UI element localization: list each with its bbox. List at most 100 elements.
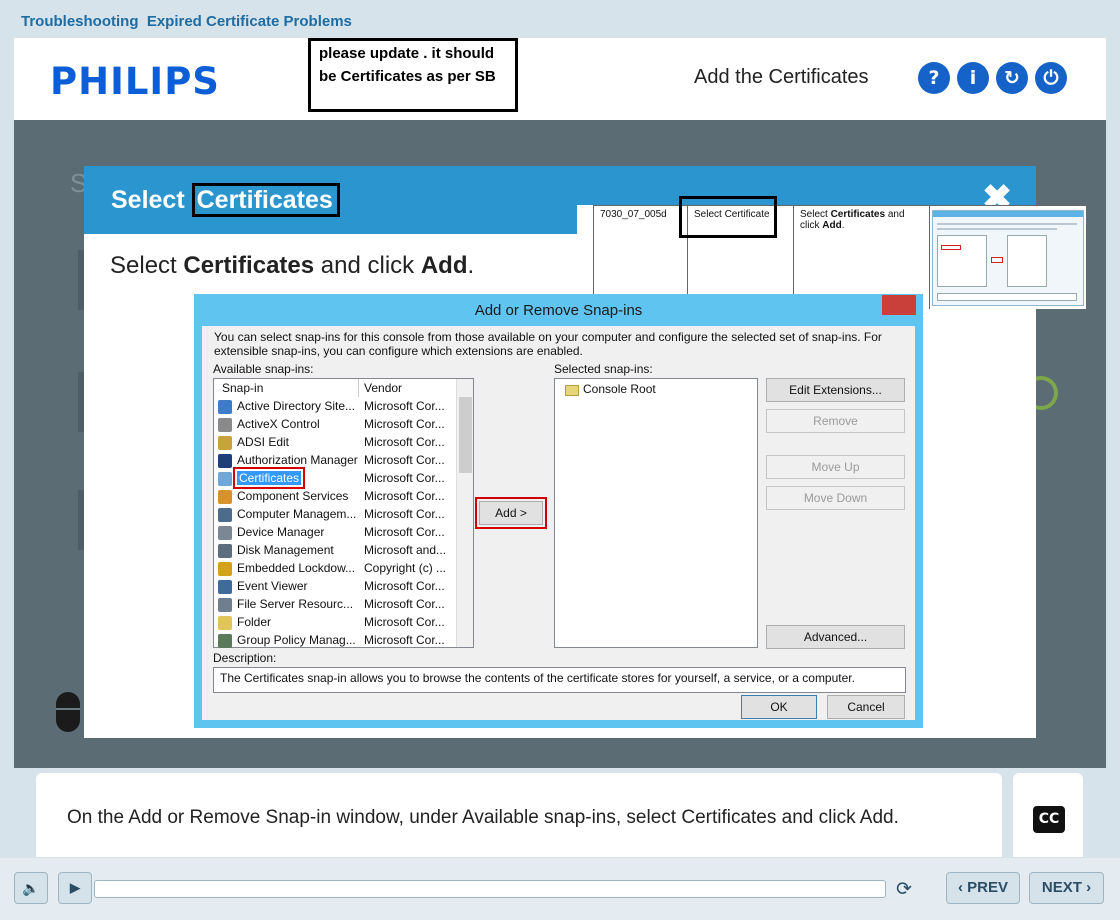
ref-action-bold: Certificates <box>830 209 886 220</box>
snapin-row[interactable]: Event Viewer Microsoft Cor... <box>218 578 458 596</box>
snapin-row[interactable]: Embedded Lockdow... Copyright (c) ... <box>218 560 458 578</box>
instruction-bold: Add <box>420 252 468 279</box>
edit-extensions-button[interactable]: Edit Extensions... <box>766 378 905 402</box>
snapin-row[interactable]: Group Policy Manag... Microsoft Cor... <box>218 632 458 650</box>
snapin-row[interactable]: ADSI Edit Microsoft Cor... <box>218 434 458 452</box>
snapin-name: Authorization Manager <box>237 453 358 467</box>
snapin-row[interactable]: Component Services Microsoft Cor... <box>218 488 458 506</box>
snapin-row[interactable]: Active Directory Site... Microsoft Cor... <box>218 398 458 416</box>
thumb-line <box>937 223 1077 225</box>
course-title: Troubleshooting Expired Certificate Prob… <box>21 13 352 30</box>
description-label: Description: <box>213 651 277 665</box>
replay-icon[interactable]: ⟳ <box>893 878 915 900</box>
closed-captions-button[interactable]: CC <box>1033 806 1065 833</box>
mouse-icon <box>56 692 80 732</box>
snapin-icon <box>218 580 232 594</box>
snapin-row[interactable]: Device Manager Microsoft Cor... <box>218 524 458 542</box>
ref-action-text: . <box>841 220 845 231</box>
snapin-vendor: Microsoft and... <box>364 543 447 557</box>
next-button[interactable]: NEXT › <box>1029 872 1104 904</box>
ref-highlight-box <box>679 196 777 238</box>
thumb-highlight <box>941 245 961 250</box>
snapin-row[interactable]: Disk Management Microsoft and... <box>218 542 458 560</box>
caption-panel: On the Add or Remove Snap-in window, und… <box>36 773 1002 857</box>
seek-bar[interactable] <box>94 880 886 898</box>
snapin-name: Group Policy Manag... <box>237 633 356 647</box>
snapin-vendor: Microsoft Cor... <box>364 489 445 503</box>
snapin-vendor: Copyright (c) ... <box>364 561 447 575</box>
thumb-titlebar <box>933 211 1083 217</box>
snapin-vendor: Microsoft Cor... <box>364 507 445 521</box>
snapin-row[interactable]: Certificates Microsoft Cor... <box>218 467 458 489</box>
play-button[interactable]: ▶ <box>58 872 92 904</box>
available-label: Available snap-ins: <box>213 362 314 376</box>
exit-button[interactable]: ⏻ <box>1035 62 1067 94</box>
thumb-highlight <box>991 257 1003 263</box>
info-button[interactable]: i <box>957 62 989 94</box>
snapin-row[interactable]: File Server Resourc... Microsoft Cor... <box>218 596 458 614</box>
screen-title: Add the Certificates <box>694 66 869 88</box>
col-separator <box>358 379 359 397</box>
advanced-button[interactable]: Advanced... <box>766 625 905 649</box>
cancel-button[interactable]: Cancel <box>827 695 905 719</box>
dialog-title: Add or Remove Snap-ins <box>474 302 643 319</box>
dialog-body: You can select snap-ins for this console… <box>202 326 915 720</box>
snapin-icon <box>218 472 232 486</box>
snapin-name: Component Services <box>237 489 349 503</box>
review-note: please update . it should be Certificate… <box>308 38 518 112</box>
snapin-name: Event Viewer <box>237 579 308 593</box>
available-snapins-list[interactable]: Snap-in Vendor Active Directory Site... M… <box>213 378 474 648</box>
selected-label: Selected snap-ins: <box>554 362 653 376</box>
description-box: The Certificates snap-in allows you to b… <box>213 667 906 693</box>
course-title-bar: Troubleshooting Expired Certificate Prob… <box>14 8 1106 38</box>
add-button[interactable]: Add > <box>475 497 547 529</box>
scroll-thumb[interactable] <box>459 397 472 473</box>
ref-action-bold: Add <box>822 220 842 231</box>
instruction-text: and click <box>314 252 421 279</box>
snapin-vendor: Microsoft Cor... <box>364 399 445 413</box>
scrollbar[interactable] <box>456 379 473 647</box>
prev-button[interactable]: ‹ PREV <box>946 872 1020 904</box>
col-vendor-header[interactable]: Vendor <box>364 381 402 395</box>
ref-action-text: Select <box>800 209 831 220</box>
thumb-list <box>937 235 987 287</box>
snapin-name: Disk Management <box>237 543 334 557</box>
snapin-vendor: Microsoft Cor... <box>364 435 445 449</box>
snapin-icon <box>218 544 232 558</box>
snapin-icon <box>218 418 232 432</box>
mute-button[interactable]: 🔈 <box>14 872 48 904</box>
instruction-text: . <box>467 252 475 279</box>
snapin-vendor: Microsoft Cor... <box>364 597 445 611</box>
snapin-name: Active Directory Site... <box>237 399 356 413</box>
ok-button[interactable]: OK <box>741 695 817 719</box>
selected-snapin-row[interactable]: Console Root <box>559 381 799 399</box>
header: PHILIPS please update . it should be Cer… <box>14 38 1106 120</box>
move-up-button[interactable]: Move Up <box>766 455 905 479</box>
dialog-close-button[interactable] <box>882 295 916 315</box>
help-button[interactable]: ? <box>918 62 950 94</box>
snapin-icon <box>218 562 232 576</box>
col-snapin-header[interactable]: Snap-in <box>222 381 263 395</box>
player-controls: 🔈 ▶ ⟳ ‹ PREV NEXT › <box>0 858 1120 920</box>
snapin-vendor: Microsoft Cor... <box>364 579 445 593</box>
instruction-text: Select <box>110 252 184 279</box>
cc-panel: CC <box>1013 773 1083 857</box>
snapin-vendor: Microsoft Cor... <box>364 417 445 431</box>
snapin-icon <box>218 400 232 414</box>
snapin-vendor: Microsoft Cor... <box>364 615 445 629</box>
snapin-row[interactable]: Computer Managem... Microsoft Cor... <box>218 506 458 524</box>
move-down-button[interactable]: Move Down <box>766 486 905 510</box>
snapin-icon <box>218 634 232 648</box>
snapin-row[interactable]: Authorization Manager Microsoft Cor... <box>218 452 458 470</box>
snapin-vendor: Microsoft Cor... <box>364 633 445 647</box>
replay-slide-button[interactable]: ↻ <box>996 62 1028 94</box>
snapin-row[interactable]: ActiveX Control Microsoft Cor... <box>218 416 458 434</box>
snapin-row[interactable]: Folder Microsoft Cor... <box>218 614 458 632</box>
selected-snapins-list[interactable]: Console Root <box>554 378 758 648</box>
caption-text: On the Add or Remove Snap-in window, und… <box>67 807 899 828</box>
dialog-intro: You can select snap-ins for this console… <box>214 330 882 358</box>
snapin-name: Embedded Lockdow... <box>237 561 356 575</box>
remove-button[interactable]: Remove <box>766 409 905 433</box>
snapin-vendor: Microsoft Cor... <box>364 471 445 485</box>
snapin-name: ADSI Edit <box>237 435 290 449</box>
